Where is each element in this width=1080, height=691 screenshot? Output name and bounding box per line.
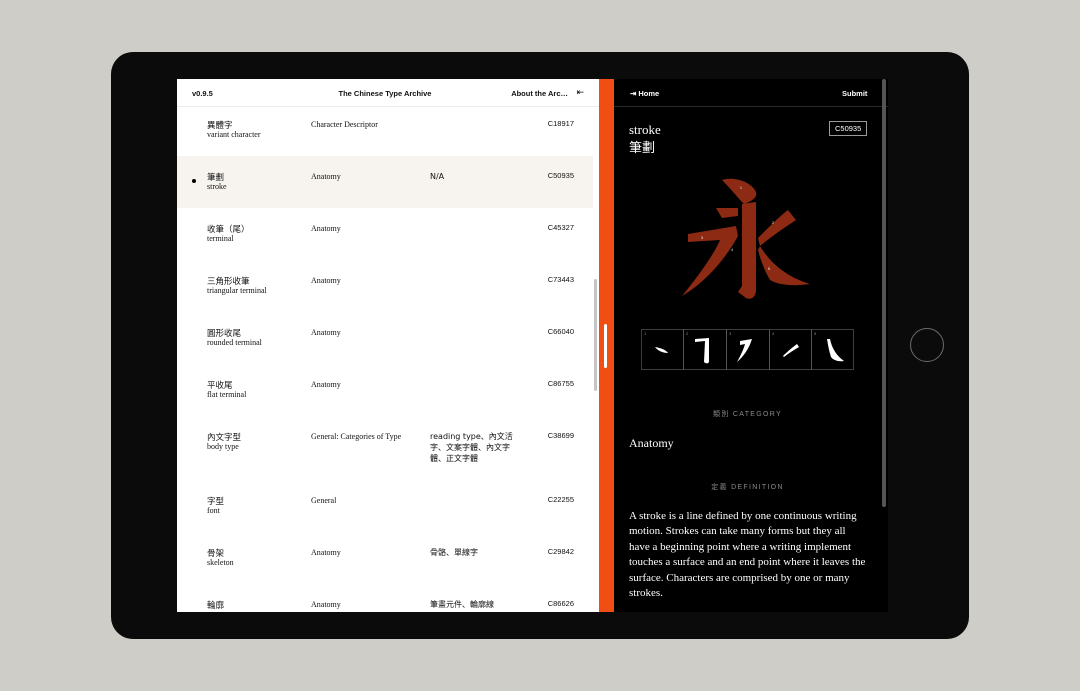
list-item[interactable]: 三角形收筆 triangular terminal Anatomy C73443 — [177, 260, 593, 312]
stroke-left-fall-icon — [737, 339, 752, 362]
entry-category: Anatomy — [311, 380, 341, 389]
stroke-number-1: 1 — [740, 186, 742, 190]
entry-code: C22255 — [547, 495, 574, 504]
entry-category: Anatomy — [311, 328, 341, 337]
entry-code: C50935 — [547, 171, 574, 180]
stroke-horizontal-shape — [716, 208, 738, 218]
entry-code: C45327 — [547, 223, 574, 232]
detail-header: ⇥ Home Submit — [614, 79, 888, 107]
selected-bullet-icon — [192, 179, 196, 183]
app-screen: v0.9.5 The Chinese Type Archive About th… — [177, 79, 888, 612]
list-item[interactable]: 內文字型 body type General: Categories of Ty… — [177, 416, 593, 480]
entry-related: reading type、內文活字、文案字體、內文字體、正文字體 — [430, 432, 513, 463]
detail-pane: ⇥ Home Submit stroke 筆劃 C50935 1 2 3 4 5 — [614, 79, 888, 612]
cell-number-3: 3 — [729, 331, 732, 336]
list-item[interactable]: 字型 font General C22255 — [177, 480, 593, 532]
entry-category: Anatomy — [311, 224, 341, 233]
entry-code: C66040 — [547, 327, 574, 336]
definition-text: A stroke is a line defined by one contin… — [629, 510, 866, 600]
list-item[interactable]: 收筆（尾） terminal Anatomy C45327 — [177, 208, 593, 260]
about-link[interactable]: About the Arc… — [511, 89, 568, 98]
list-item[interactable]: 輪廓 Anatomy 筆畫元件、輪廓線 C86626 — [177, 584, 593, 612]
entry-en: flat terminal — [207, 390, 247, 399]
entry-code: C86626 — [547, 599, 574, 608]
stroke-number-5: 5 — [768, 267, 770, 271]
entry-en: stroke — [207, 182, 227, 191]
entry-related: N/A — [430, 172, 445, 181]
entry-category: Anatomy — [311, 600, 341, 609]
list-scrollbar[interactable] — [594, 279, 597, 391]
entry-code: C29842 — [547, 547, 574, 556]
stroke-rise-icon — [783, 344, 799, 357]
entry-en: skeleton — [207, 558, 234, 567]
stroke-number-3: 3 — [701, 236, 703, 240]
home-link[interactable]: ⇥ Home — [630, 89, 659, 98]
entry-en: variant character — [207, 130, 261, 139]
collapse-icon[interactable]: ⇤ — [576, 87, 584, 98]
term-title-zh: 筆劃 — [629, 141, 656, 156]
submit-link[interactable]: Submit — [842, 89, 867, 98]
stroke-right-fall-icon — [827, 339, 844, 362]
entry-category: Anatomy — [311, 172, 341, 181]
entry-category: General — [311, 496, 337, 505]
entry-code: C86755 — [547, 379, 574, 388]
detail-scrollbar[interactable] — [882, 79, 886, 507]
stroke-left-sweep-shape — [682, 226, 738, 296]
term-code-badge: C50935 — [829, 121, 868, 136]
stroke-upper-right-shape — [758, 210, 796, 246]
term-title-en: stroke — [629, 122, 661, 137]
entry-related: 骨骼、單線字 — [430, 548, 478, 557]
entry-zh: 輪廓 — [207, 601, 225, 611]
stroke-number-4: 4 — [731, 248, 733, 252]
list-header: v0.9.5 The Chinese Type Archive About th… — [177, 79, 599, 107]
entry-en: terminal — [207, 234, 234, 243]
entry-en: triangular terminal — [207, 286, 267, 295]
cell-number-2: 2 — [686, 331, 689, 336]
stroke-dot-icon — [655, 347, 668, 353]
character-yong-illustration: 1 2 3 4 5 — [682, 178, 810, 299]
list-item-selected[interactable]: 筆劃 stroke Anatomy N/A C50935 — [177, 156, 593, 208]
list-item[interactable]: 圓形收尾 rounded terminal Anatomy C66040 — [177, 312, 593, 364]
entry-related: 筆畫元件、輪廓線 — [430, 600, 494, 609]
entry-code: C38699 — [547, 431, 574, 440]
entry-en: body type — [207, 442, 239, 451]
drag-handle[interactable] — [604, 324, 607, 368]
entry-category: General: Categories of Type — [311, 432, 402, 441]
list-item[interactable]: 平收尾 flat terminal Anatomy C86755 — [177, 364, 593, 416]
stroke-dot-shape — [722, 178, 757, 204]
list-item[interactable]: 骨架 skeleton Anatomy 骨骼、單線字 C29842 — [177, 532, 593, 584]
category-value[interactable]: Anatomy — [629, 436, 674, 451]
category-label: 類別 CATEGORY — [713, 411, 782, 418]
entry-code: C18917 — [547, 119, 574, 128]
entry-code: C73443 — [547, 275, 574, 284]
entry-en: font — [207, 506, 220, 515]
entry-category: Anatomy — [311, 276, 341, 285]
stroke-hook-icon — [695, 338, 709, 364]
entry-category: Character Descriptor — [311, 120, 378, 129]
cell-number-4: 4 — [772, 331, 775, 336]
stroke-hook-shape — [738, 202, 756, 299]
list-item[interactable]: 異體字 variant character Character Descript… — [177, 106, 593, 158]
home-hardware-button[interactable] — [910, 328, 944, 362]
cell-number-1: 1 — [644, 331, 647, 336]
entry-en: rounded terminal — [207, 338, 262, 347]
entry-category: Anatomy — [311, 548, 341, 557]
stroke-breakdown-grid: 1 2 3 4 5 — [641, 329, 854, 370]
stroke-right-sweep-shape — [758, 246, 810, 286]
definition-label: 定義 DEFINITION — [711, 484, 784, 491]
cell-number-5: 5 — [814, 331, 817, 336]
entry-list-pane: v0.9.5 The Chinese Type Archive About th… — [177, 79, 599, 612]
stroke-number-2: 2 — [772, 221, 774, 225]
